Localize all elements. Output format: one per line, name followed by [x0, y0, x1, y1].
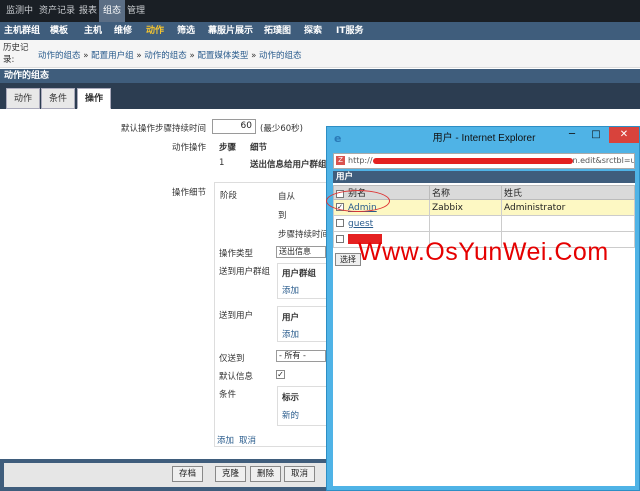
crumb-separator: »	[189, 51, 195, 61]
table-row[interactable]: guest	[333, 215, 635, 232]
delete-button[interactable]: 删除	[250, 466, 282, 482]
subnav-it-services[interactable]: IT服务	[336, 22, 364, 40]
ops-col-step: 步骤	[219, 143, 237, 153]
op-type-select[interactable]: 送出信息	[276, 246, 326, 258]
name-cell	[429, 215, 502, 232]
address-start: http://	[348, 156, 373, 165]
step-duration-label: 步骤持续时间	[278, 230, 330, 240]
row-checkbox[interactable]	[336, 219, 344, 227]
save-button[interactable]: 存档	[172, 466, 204, 482]
popup-body: 用户 别名 名称 姓氏 ✓ Admin Zabbix Administrator …	[333, 171, 635, 486]
maximize-icon[interactable]: □	[585, 127, 607, 143]
ops-label: 动作操作	[171, 143, 206, 153]
subnav-discovery-filter[interactable]: 筛选	[177, 22, 195, 40]
op-type-label: 操作类型	[219, 249, 254, 259]
alias-cell: guest	[333, 215, 430, 232]
add-group-link[interactable]: 添加	[282, 284, 299, 296]
sub-nav: 主机群组 模板 主机 维修 动作 筛选 幕服片展示 拓璞图 探索 IT服务	[0, 22, 640, 40]
surname-cell: Administrator	[501, 199, 635, 216]
ie-popup-window: e 用户 - Internet Explorer ─ □ ✕ Z http://…	[326, 126, 640, 491]
highlight-ellipse	[326, 190, 390, 212]
default-step-input[interactable]: 60	[212, 119, 256, 134]
address-end: n.edit&srctbl=use	[572, 156, 634, 165]
user-header: 用户	[282, 313, 300, 323]
section-title: 动作的组态	[0, 69, 640, 83]
crumb-link[interactable]: 动作的组态	[38, 51, 81, 61]
subnav-discovery[interactable]: 探索	[304, 22, 322, 40]
name-cell: Zabbix	[429, 199, 502, 216]
clone-button[interactable]: 克隆	[215, 466, 247, 482]
popup-section-header: 用户	[333, 171, 635, 183]
subnav-hosts[interactable]: 主机	[84, 22, 102, 40]
default-msg-label: 默认信息	[219, 372, 254, 382]
to-label: 到	[278, 211, 287, 221]
subnav-maps[interactable]: 拓璞图	[264, 22, 291, 40]
crumb-separator: »	[136, 51, 142, 61]
tab-action[interactable]: 动作	[6, 88, 41, 109]
topnav-monitoring[interactable]: 监测中	[2, 0, 37, 22]
minimize-icon[interactable]: ─	[561, 127, 583, 143]
top-nav: 监测中 资产记录 报表 组态 管理	[0, 0, 640, 22]
tabs-row: 动作 条件 操作	[0, 83, 640, 109]
user-group-header: 用户群组	[282, 269, 317, 279]
tab-conditions[interactable]: 条件	[41, 88, 76, 109]
history-label: 历史记录:	[3, 43, 29, 65]
ops-row-step: 1	[219, 158, 225, 168]
topnav-reports[interactable]: 报表	[75, 0, 101, 22]
address-bar[interactable]: Z http:// n.edit&srctbl=use	[333, 153, 635, 169]
page-icon: Z	[336, 156, 345, 165]
only-send-select[interactable]: - 所有 -	[276, 350, 326, 362]
crumb-separator: »	[83, 51, 89, 61]
add-operation-link[interactable]: 添加	[217, 434, 234, 446]
op-detail-label: 操作细节	[171, 188, 206, 198]
default-step-hint: (最少60秒)	[260, 124, 303, 134]
row-checkbox[interactable]	[336, 235, 344, 244]
subnav-hostgroups[interactable]: 主机群组	[4, 22, 40, 40]
crumb-link[interactable]: 配置媒体类型	[197, 51, 248, 61]
crumb-link[interactable]: 动作的组态	[259, 51, 302, 61]
subnav-maintenance[interactable]: 维修	[114, 22, 132, 40]
crumb-link[interactable]: 配置用户组	[91, 51, 134, 61]
only-send-label: 仅送到	[219, 354, 245, 364]
from-label: 自从	[278, 192, 296, 202]
close-icon[interactable]: ✕	[609, 127, 639, 143]
cancel-operation-link[interactable]: 取消	[239, 434, 256, 446]
condition-label: 条件	[219, 390, 237, 400]
watermark: Www.OsYunWei.Com	[358, 238, 609, 266]
stage-label: 阶段	[220, 191, 238, 201]
topnav-configuration[interactable]: 组态	[99, 0, 126, 22]
cond-new-link[interactable]: 新的	[282, 409, 299, 421]
subnav-templates[interactable]: 模板	[50, 22, 68, 40]
col-surname[interactable]: 姓氏	[501, 185, 635, 200]
crumb-link[interactable]: 动作的组态	[144, 51, 187, 61]
subnav-actions[interactable]: 动作	[146, 22, 164, 40]
surname-cell	[501, 215, 635, 232]
default-step-label: 默认操作步骤持续时间	[120, 124, 206, 134]
cancel-button[interactable]: 取消	[284, 466, 316, 482]
history-breadcrumb: 历史记录: 动作的组态 » 配置用户组 » 动作的组态 » 配置媒体类型 » 动…	[0, 40, 640, 68]
subnav-slides[interactable]: 幕服片展示	[208, 22, 253, 40]
topnav-administration[interactable]: 管理	[123, 0, 149, 22]
ops-row-detail: 送出信息给用户群组	[250, 160, 327, 170]
col-name[interactable]: 名称	[429, 185, 502, 200]
topnav-inventory[interactable]: 资产记录	[35, 0, 79, 22]
send-user-label: 送到用户	[219, 311, 254, 321]
address-redaction	[372, 157, 573, 164]
ops-col-detail: 细节	[250, 143, 268, 153]
cond-header: 标示	[282, 393, 300, 403]
default-msg-checkbox[interactable]: ✓	[276, 370, 285, 379]
add-user-link[interactable]: 添加	[282, 328, 299, 340]
crumb-separator: »	[251, 51, 257, 61]
user-link[interactable]: guest	[348, 219, 373, 229]
breadcrumb: 动作的组态 » 配置用户组 » 动作的组态 » 配置媒体类型 » 动作的组态	[38, 49, 302, 61]
send-group-label: 送到用户群组	[219, 267, 271, 277]
tab-operations[interactable]: 操作	[77, 88, 112, 109]
